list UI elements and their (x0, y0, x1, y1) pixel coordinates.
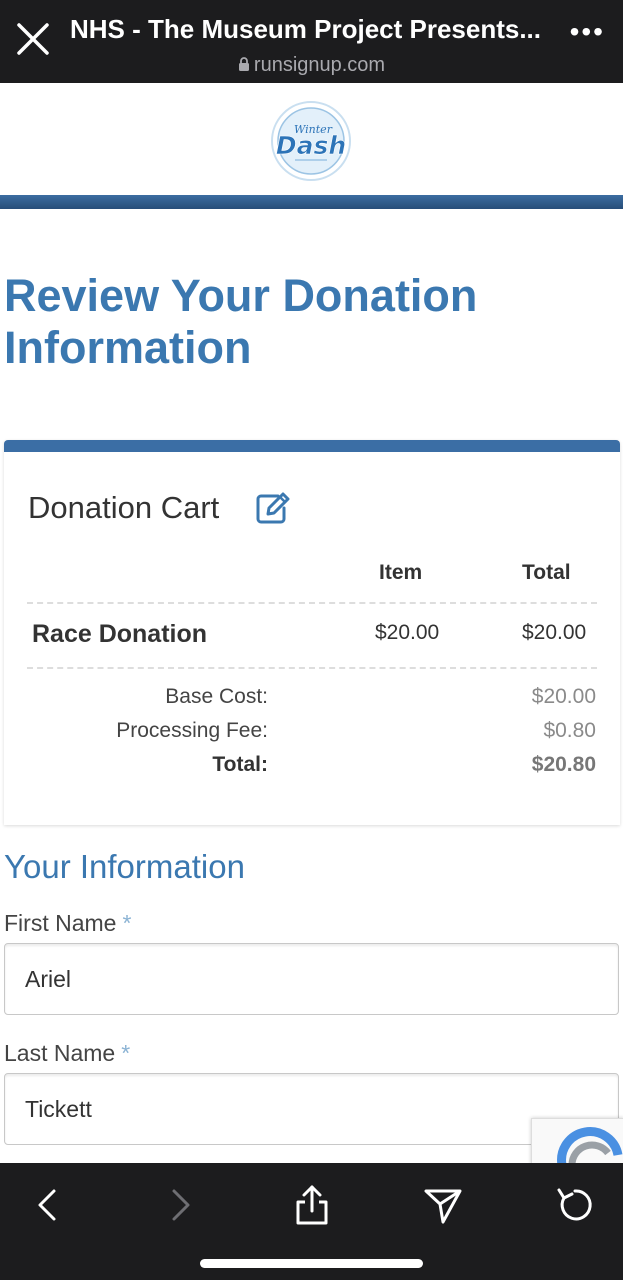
header-stripe (0, 195, 623, 209)
cart-row-total-price: $20.00 (522, 621, 587, 644)
first-name-label: First Name * (4, 910, 131, 937)
recaptcha-icon (557, 1127, 623, 1165)
divider (27, 667, 597, 669)
home-indicator (200, 1259, 423, 1268)
recaptcha-badge[interactable] (531, 1118, 623, 1166)
last-name-label-text: Last Name (4, 1040, 116, 1066)
divider (27, 602, 597, 604)
forward-icon[interactable] (158, 1183, 202, 1227)
share-icon[interactable] (290, 1183, 334, 1227)
url-text: runsignup.com (253, 54, 386, 76)
cart-row-name: Race Donation (32, 620, 208, 648)
column-header-total: Total (522, 561, 571, 584)
donation-cart-card: Donation Cart Item Total Race Donation $… (4, 440, 620, 825)
required-marker: * (122, 910, 132, 936)
send-icon[interactable] (421, 1183, 465, 1227)
url-display[interactable]: runsignup.com (0, 54, 623, 77)
page-heading: Review Your Donation Information (4, 270, 478, 373)
required-marker: * (121, 1040, 131, 1066)
logo-main-text: Dash (276, 131, 346, 160)
edit-icon[interactable] (256, 492, 290, 524)
back-icon[interactable] (26, 1183, 70, 1227)
site-header: Winter Dash (0, 83, 623, 195)
winter-dash-logo[interactable]: Winter Dash (270, 100, 352, 182)
your-information-heading: Your Information (4, 848, 245, 885)
browser-top-bar: NHS - The Museum Project Presents... run… (0, 0, 623, 83)
lock-icon (238, 57, 249, 71)
last-name-input[interactable] (4, 1073, 619, 1145)
last-name-label: Last Name * (4, 1040, 130, 1067)
cart-title: Donation Cart (28, 490, 220, 525)
base-cost-value: $20.00 (531, 685, 596, 708)
first-name-input[interactable] (4, 943, 619, 1015)
first-name-label-text: First Name (4, 910, 117, 936)
reload-icon[interactable] (553, 1183, 597, 1227)
close-icon[interactable] (14, 20, 52, 58)
total-value: $20.80 (531, 753, 596, 776)
page-title: NHS - The Museum Project Presents... (70, 14, 542, 44)
browser-bottom-toolbar (0, 1163, 623, 1280)
more-icon[interactable]: ••• (570, 18, 605, 46)
column-header-item: Item (379, 561, 423, 584)
cart-row-item-price: $20.00 (375, 621, 440, 644)
processing-fee-value: $0.80 (543, 719, 596, 742)
